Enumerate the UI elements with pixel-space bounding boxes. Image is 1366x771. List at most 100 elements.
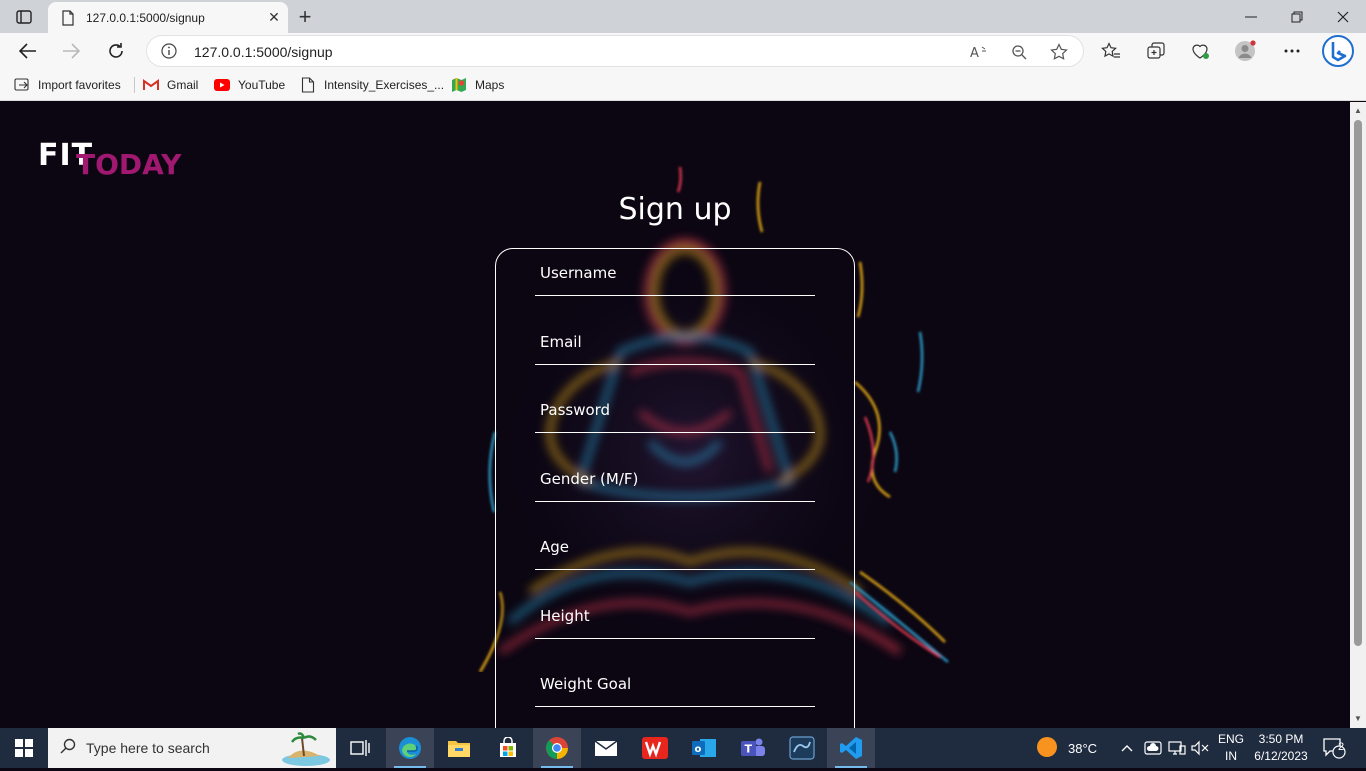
windows-start-icon[interactable] — [0, 728, 48, 768]
height-label: Height — [540, 607, 590, 625]
browser-tab[interactable]: 127.0.0.1:5000/signup ✕ — [48, 2, 288, 33]
svg-text:A: A — [970, 46, 979, 60]
notification-count: 2 — [1337, 741, 1345, 753]
new-tab-button[interactable]: + — [292, 4, 318, 30]
sun-icon — [1036, 736, 1058, 761]
maps-icon — [451, 77, 467, 93]
svg-text:o: o — [695, 744, 702, 755]
vscode-icon[interactable] — [827, 728, 875, 768]
bookmark-maps[interactable]: Maps — [451, 75, 504, 95]
more-menu-icon[interactable] — [1281, 40, 1303, 62]
clock[interactable]: 3:50 PM 6/12/2023 — [1248, 731, 1314, 765]
gender-label: Gender (M/F) — [540, 470, 639, 488]
password-field[interactable]: Password — [535, 393, 815, 433]
gender-field[interactable]: Gender (M/F) — [535, 462, 815, 502]
bookmark-intensity-exercises[interactable]: Intensity_Exercises_... — [300, 75, 444, 95]
bookmark-label: Gmail — [167, 78, 199, 92]
email-field[interactable]: Email — [535, 325, 815, 365]
close-tab-icon[interactable]: ✕ — [260, 4, 288, 32]
language-indicator[interactable]: ENG IN — [1214, 731, 1248, 765]
task-view-icon[interactable] — [336, 728, 384, 768]
chrome-icon[interactable] — [533, 728, 581, 768]
browser-toolbar: 127.0.0.1:5000/signup A — [0, 33, 1366, 69]
bookmark-import-favorites[interactable]: Import favorites — [14, 75, 121, 95]
wps-office-icon[interactable] — [631, 728, 679, 768]
username-field[interactable]: Username — [535, 256, 815, 296]
search-icon — [60, 738, 76, 759]
bookmark-label: YouTube — [238, 78, 286, 92]
show-hidden-icons[interactable] — [1121, 728, 1133, 768]
favorites-bar: Import favorites Gmail YouTube Intensity… — [0, 69, 1366, 101]
import-icon — [14, 77, 30, 93]
search-placeholder: Type here to search — [86, 740, 210, 756]
email-label: Email — [540, 333, 582, 351]
weight-goal-label: Weight Goal — [540, 675, 632, 693]
profile-avatar-icon[interactable] — [1234, 40, 1256, 62]
bookmark-label: Intensity_Exercises_... — [324, 78, 445, 92]
bookmark-label: Maps — [475, 78, 505, 92]
windows-taskbar: Type here to search o T 38°C ENG IN 3:50… — [0, 728, 1366, 768]
file-explorer-icon[interactable] — [435, 728, 483, 768]
weather-widget[interactable]: 38°C — [1036, 728, 1097, 768]
browser-essentials-icon[interactable] — [1189, 40, 1211, 62]
refresh-icon[interactable] — [101, 36, 131, 66]
clock-time: 3:50 PM — [1258, 732, 1304, 746]
tab-bar: 127.0.0.1:5000/signup ✕ + — [0, 0, 1366, 33]
age-label: Age — [540, 538, 570, 556]
favorite-star-icon[interactable] — [1050, 43, 1068, 61]
collections-icon[interactable] — [1145, 40, 1167, 62]
username-label: Username — [540, 264, 617, 282]
search-highlight-icon — [280, 730, 332, 771]
mysql-workbench-icon[interactable] — [778, 728, 826, 768]
network-icon[interactable] — [1168, 728, 1186, 768]
address-bar[interactable]: 127.0.0.1:5000/signup A — [146, 35, 1084, 67]
gmail-icon — [143, 77, 159, 93]
teams-icon[interactable]: T — [729, 728, 777, 768]
youtube-icon — [214, 77, 230, 93]
url-text: 127.0.0.1:5000/signup — [194, 44, 333, 60]
bookmark-gmail[interactable]: Gmail — [143, 75, 198, 95]
weight-goal-field[interactable]: Weight Goal — [535, 667, 815, 707]
lang-top: ENG — [1217, 732, 1244, 746]
scroll-up-icon[interactable]: ▲ — [1353, 106, 1363, 116]
volume-muted-icon[interactable] — [1191, 728, 1209, 768]
page-viewport: FIT TODAY Sign up Username Email Passwor… — [0, 102, 1350, 728]
tab-title: 127.0.0.1:5000/signup — [86, 10, 205, 25]
tab-actions-icon[interactable] — [8, 5, 40, 29]
outlook-icon[interactable]: o — [680, 728, 728, 768]
close-window-icon[interactable] — [1320, 0, 1366, 33]
bookmark-youtube[interactable]: YouTube — [214, 75, 285, 95]
minimize-icon[interactable] — [1228, 0, 1274, 33]
weather-temp: 38°C — [1068, 740, 1098, 756]
notifications-icon[interactable]: 2 — [1322, 728, 1346, 768]
bookmark-separator — [134, 77, 135, 93]
mail-icon[interactable] — [582, 728, 630, 768]
restore-icon[interactable] — [1274, 0, 1320, 33]
bookmark-label: Import favorites — [38, 78, 121, 92]
back-icon[interactable] — [13, 36, 43, 66]
taskbar-search-box[interactable]: Type here to search — [48, 728, 336, 768]
logo-today-text: TODAY — [76, 148, 182, 181]
age-field[interactable]: Age — [535, 530, 815, 570]
store-icon[interactable] — [484, 728, 532, 768]
forward-icon[interactable] — [56, 36, 86, 66]
svg-text:T: T — [745, 743, 753, 756]
scroll-down-icon[interactable]: ▼ — [1353, 714, 1363, 724]
site-info-icon[interactable] — [161, 43, 177, 64]
page-title: Sign up — [618, 192, 732, 227]
scrollbar-thumb[interactable] — [1354, 120, 1362, 646]
clock-date: 6/12/2023 — [1254, 749, 1308, 763]
edge-icon[interactable] — [386, 728, 434, 768]
signup-form: Username Email Password Gender (M/F) Age… — [495, 248, 855, 728]
lang-bottom: IN — [1225, 749, 1237, 763]
zoom-icon[interactable] — [1010, 43, 1028, 61]
password-label: Password — [540, 401, 611, 419]
onedrive-icon[interactable] — [1144, 728, 1162, 768]
read-aloud-icon[interactable]: A — [970, 43, 988, 61]
page-scrollbar[interactable]: ▲ ▼ — [1350, 102, 1366, 728]
bing-copilot-icon[interactable] — [1322, 35, 1354, 67]
page-icon — [60, 9, 76, 26]
favorites-icon[interactable] — [1100, 40, 1122, 62]
document-icon — [300, 77, 316, 93]
height-field[interactable]: Height — [535, 599, 815, 639]
